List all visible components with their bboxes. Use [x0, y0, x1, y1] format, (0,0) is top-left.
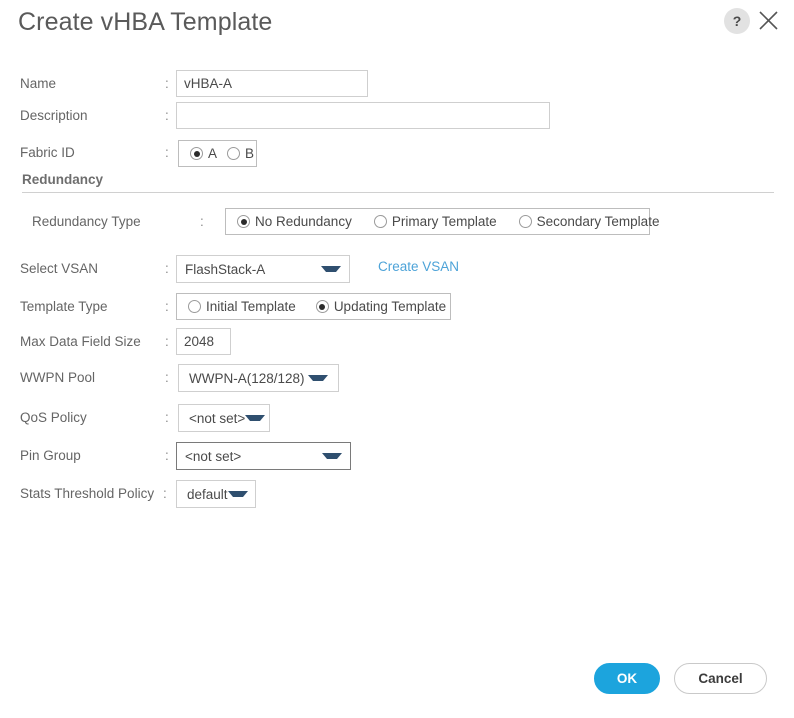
wwpn-pool-label: WWPN Pool: [20, 370, 96, 385]
field-row-redundancy-type: Redundancy Type : No Redundancy Primary …: [0, 208, 794, 238]
name-label: Name: [20, 76, 57, 91]
name-colon: :: [165, 76, 169, 91]
radio-selected-icon: [315, 300, 329, 313]
template-type-label: Template Type: [20, 299, 108, 314]
ok-button[interactable]: OK: [594, 663, 660, 694]
description-input[interactable]: [176, 102, 550, 129]
redundancy-option-secondary-template-label: Secondary Template: [536, 213, 660, 229]
stats-threshold-policy-dropdown[interactable]: default: [176, 480, 256, 508]
redundancy-option-primary-template[interactable]: Primary Template: [369, 213, 502, 231]
template-type-option-updating-label: Updating Template: [333, 298, 447, 314]
qos-policy-value: <not set>: [189, 410, 246, 426]
pin-group-value: <not set>: [185, 448, 242, 464]
fabric-id-option-a-label: A: [208, 145, 218, 161]
pin-group-colon: :: [165, 448, 169, 463]
field-row-name: Name :: [0, 70, 794, 100]
cancel-button[interactable]: Cancel: [674, 663, 767, 694]
pin-group-label: Pin Group: [20, 448, 81, 463]
dialog-header: Create vHBA Template ?: [0, 0, 794, 52]
description-label: Description: [20, 108, 88, 123]
fabric-id-radio-group: A B: [178, 140, 257, 167]
redundancy-option-secondary-template[interactable]: Secondary Template: [514, 213, 665, 231]
radio-selected-icon: [237, 215, 250, 228]
field-row-fabric-id: Fabric ID : A B: [0, 140, 794, 170]
field-row-pin-group: Pin Group : <not set>: [0, 442, 794, 472]
create-vsan-link[interactable]: Create VSAN: [378, 259, 459, 274]
redundancy-option-no-redundancy-label: No Redundancy: [255, 213, 352, 229]
chevron-down-icon: [308, 375, 328, 381]
stats-threshold-policy-value: default: [187, 486, 228, 502]
field-row-description: Description :: [0, 102, 794, 132]
select-vsan-label: Select VSAN: [20, 261, 99, 276]
wwpn-pool-value: WWPN-A(128/128): [189, 370, 305, 386]
field-row-select-vsan: Select VSAN : FlashStack-A Create VSAN: [0, 255, 794, 285]
section-divider: [22, 192, 774, 193]
fabric-id-label: Fabric ID: [20, 145, 75, 160]
field-row-wwpn-pool: WWPN Pool : WWPN-A(128/128): [0, 364, 794, 394]
field-row-max-data-field-size: Max Data Field Size :: [0, 328, 794, 358]
redundancy-type-label: Redundancy Type: [32, 214, 141, 229]
pin-group-dropdown[interactable]: <not set>: [176, 442, 351, 470]
redundancy-type-colon: :: [200, 214, 204, 229]
select-vsan-dropdown[interactable]: FlashStack-A: [176, 255, 350, 283]
template-type-colon: :: [165, 299, 169, 314]
template-type-radio-group: Initial Template Updating Template: [176, 293, 451, 320]
field-row-qos-policy: QoS Policy : <not set>: [0, 404, 794, 434]
close-icon[interactable]: [756, 6, 782, 34]
stats-threshold-policy-colon: :: [163, 486, 167, 501]
qos-policy-colon: :: [165, 410, 169, 425]
select-vsan-value: FlashStack-A: [185, 261, 266, 277]
page-title: Create vHBA Template: [18, 8, 273, 36]
help-circle-icon[interactable]: ?: [724, 8, 750, 34]
wwpn-pool-colon: :: [165, 370, 169, 385]
max-data-field-size-input[interactable]: [176, 328, 231, 355]
redundancy-option-primary-template-label: Primary Template: [391, 213, 497, 229]
radio-unselected-icon: [227, 147, 241, 160]
chevron-down-icon: [322, 453, 342, 459]
stats-threshold-policy-label: Stats Threshold Policy: [20, 486, 155, 501]
radio-unselected-icon: [518, 215, 532, 228]
template-type-option-updating[interactable]: Updating Template: [311, 298, 451, 316]
qos-policy-dropdown[interactable]: <not set>: [178, 404, 270, 432]
field-row-stats-threshold-policy: Stats Threshold Policy : default: [0, 480, 794, 510]
max-data-field-size-colon: :: [165, 334, 169, 349]
name-input[interactable]: [176, 70, 368, 97]
chevron-down-icon: [245, 415, 266, 421]
wwpn-pool-dropdown[interactable]: WWPN-A(128/128): [178, 364, 339, 392]
create-vhba-template-dialog: Create vHBA Template ? Name : Descriptio…: [0, 0, 794, 718]
fabric-id-colon: :: [165, 145, 169, 160]
redundancy-option-no-redundancy[interactable]: No Redundancy: [232, 213, 357, 231]
template-type-option-initial-label: Initial Template: [206, 298, 296, 314]
qos-policy-label: QoS Policy: [20, 410, 87, 425]
description-colon: :: [165, 108, 169, 123]
fabric-id-option-b-label: B: [245, 145, 255, 161]
redundancy-section-title: Redundancy: [22, 172, 104, 187]
max-data-field-size-label: Max Data Field Size: [20, 334, 141, 349]
chevron-down-icon: [321, 266, 341, 272]
radio-unselected-icon: [188, 300, 201, 313]
chevron-down-icon: [227, 491, 248, 497]
radio-selected-icon: [190, 147, 203, 160]
select-vsan-colon: :: [165, 261, 169, 276]
field-row-template-type: Template Type : Initial Template Updatin…: [0, 293, 794, 323]
radio-unselected-icon: [373, 215, 387, 228]
fabric-id-option-a[interactable]: A: [185, 145, 222, 163]
redundancy-type-radio-group: No Redundancy Primary Template Secondary…: [225, 208, 659, 235]
template-type-option-initial[interactable]: Initial Template: [183, 298, 301, 316]
fabric-id-option-b[interactable]: B: [222, 145, 259, 163]
